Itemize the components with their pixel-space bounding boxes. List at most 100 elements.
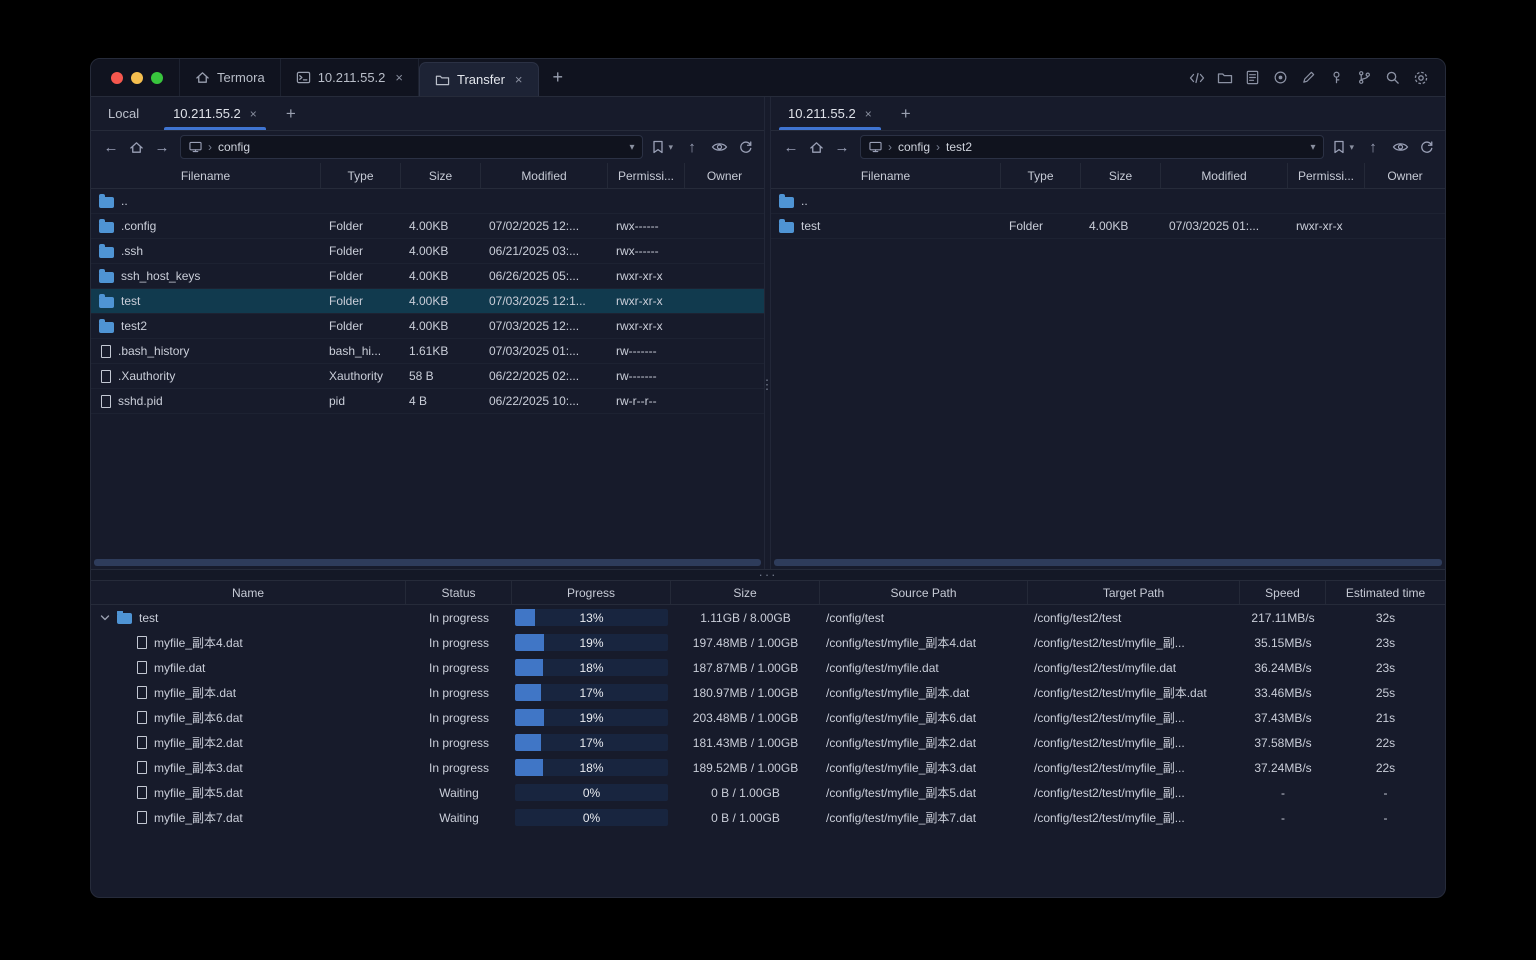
key-icon[interactable] <box>1328 69 1345 86</box>
transfer-row[interactable]: myfile_副本6.dat In progress 19% 203.48MB … <box>91 705 1445 730</box>
col-size[interactable]: Size <box>401 163 481 188</box>
file-row[interactable]: test2 Folder 4.00KB 07/03/2025 12:... rw… <box>91 314 764 339</box>
col-filename[interactable]: Filename <box>771 163 1001 188</box>
transfer-row[interactable]: myfile.dat In progress 18% 187.87MB / 1.… <box>91 655 1445 680</box>
transfer-row[interactable]: myfile_副本2.dat In progress 17% 181.43MB … <box>91 730 1445 755</box>
col-type[interactable]: Type <box>321 163 401 188</box>
zoom-window-button[interactable] <box>151 71 163 84</box>
col-owner[interactable]: Owner <box>1365 163 1445 188</box>
col-size[interactable]: Size <box>1081 163 1161 188</box>
col-modified[interactable]: Modified <box>1161 163 1288 188</box>
search-icon[interactable] <box>1384 69 1401 86</box>
left-file-table: Filename Type Size Modified Permissi... … <box>91 163 764 569</box>
transfer-row[interactable]: myfile_副本5.dat Waiting 0% 0 B / 1.00GB /… <box>91 780 1445 805</box>
pane-splitter[interactable]: ⋮ <box>761 97 774 569</box>
col-type[interactable]: Type <box>1001 163 1081 188</box>
progress-bar: 18% <box>515 759 668 776</box>
bookmark-icon[interactable] <box>652 140 664 154</box>
col-permissions[interactable]: Permissi... <box>1288 163 1365 188</box>
path-breadcrumb-field[interactable]: › config ▾ <box>180 135 644 159</box>
code-icon[interactable] <box>1188 69 1205 86</box>
close-tab-icon[interactable]: × <box>865 107 872 121</box>
edit-icon[interactable] <box>1300 69 1317 86</box>
transfer-status: Waiting <box>439 785 479 800</box>
close-tab-icon[interactable]: × <box>515 72 523 87</box>
tab-transfer[interactable]: Transfer × <box>419 62 539 96</box>
file-type: Folder <box>329 219 364 233</box>
branch-icon[interactable] <box>1356 69 1373 86</box>
transfer-row[interactable]: myfile_副本7.dat Waiting 0% 0 B / 1.00GB /… <box>91 805 1445 830</box>
col-progress[interactable]: Progress <box>512 581 671 604</box>
transfer-row-parent[interactable]: test In progress 13% 1.11GB / 8.00GB /co… <box>91 605 1445 630</box>
col-modified[interactable]: Modified <box>481 163 608 188</box>
back-icon[interactable]: ← <box>102 139 120 156</box>
col-size[interactable]: Size <box>671 581 820 604</box>
breadcrumb-segment[interactable]: config <box>218 140 250 154</box>
breadcrumb-segment[interactable]: test2 <box>946 140 972 154</box>
col-name[interactable]: Name <box>91 581 406 604</box>
settings-icon[interactable] <box>1412 69 1429 86</box>
refresh-icon[interactable] <box>738 140 753 155</box>
upload-icon[interactable]: ↑ <box>683 139 701 156</box>
collapse-icon[interactable] <box>100 614 110 622</box>
file-row[interactable]: .ssh Folder 4.00KB 06/21/2025 03:... rwx… <box>91 239 764 264</box>
forward-icon[interactable]: → <box>153 139 171 156</box>
col-estimated-time[interactable]: Estimated time <box>1326 581 1445 604</box>
file-row-parent-dir[interactable]: .. <box>771 189 1445 214</box>
refresh-icon[interactable] <box>1419 140 1434 155</box>
new-pane-tab-button[interactable]: + <box>274 97 308 130</box>
home-icon <box>196 72 209 83</box>
tab-termora[interactable]: Termora <box>179 59 281 96</box>
new-window-tab-button[interactable]: + <box>539 59 578 96</box>
new-pane-tab-button[interactable]: + <box>889 97 923 130</box>
bookmark-icon[interactable] <box>1333 140 1345 154</box>
tab-host-10-211-55-2[interactable]: 10.211.55.2 × <box>281 59 419 96</box>
tab-remote-host[interactable]: 10.211.55.2 × <box>156 97 274 130</box>
col-speed[interactable]: Speed <box>1240 581 1326 604</box>
col-status[interactable]: Status <box>406 581 512 604</box>
transfer-row[interactable]: myfile_副本4.dat In progress 19% 197.48MB … <box>91 630 1445 655</box>
home-icon[interactable] <box>129 140 144 155</box>
folder-icon[interactable] <box>1216 69 1233 86</box>
chevron-down-icon[interactable]: ▾ <box>668 142 673 153</box>
file-row[interactable]: test Folder 4.00KB 07/03/2025 01:... rwx… <box>771 214 1445 239</box>
chevron-down-icon[interactable]: ▾ <box>629 142 634 153</box>
close-tab-icon[interactable]: × <box>250 107 257 121</box>
file-row[interactable]: .bash_history bash_hi... 1.61KB 07/03/20… <box>91 339 764 364</box>
forward-icon[interactable]: → <box>833 139 851 156</box>
horizontal-scrollbar[interactable] <box>774 559 1442 566</box>
target-path: /config/test2/test/myfile_副... <box>1034 636 1185 650</box>
breadcrumb-segment[interactable]: config <box>898 140 930 154</box>
eye-icon[interactable] <box>711 141 728 153</box>
tab-local[interactable]: Local <box>91 97 156 130</box>
file-row-selected[interactable]: test Folder 4.00KB 07/03/2025 12:1... rw… <box>91 289 764 314</box>
transfer-splitter[interactable]: ··· <box>91 568 1445 581</box>
col-filename[interactable]: Filename <box>91 163 321 188</box>
tab-remote-host[interactable]: 10.211.55.2 × <box>771 97 889 130</box>
log-icon[interactable] <box>1244 69 1261 86</box>
col-source-path[interactable]: Source Path <box>820 581 1028 604</box>
close-window-button[interactable] <box>111 71 123 84</box>
file-row[interactable]: sshd.pid pid 4 B 06/22/2025 10:... rw-r-… <box>91 389 764 414</box>
record-icon[interactable] <box>1272 69 1289 86</box>
back-icon[interactable]: ← <box>782 139 800 156</box>
file-row[interactable]: .config Folder 4.00KB 07/02/2025 12:... … <box>91 214 764 239</box>
chevron-down-icon[interactable]: ▾ <box>1349 142 1354 153</box>
file-row[interactable]: .Xauthority Xauthority 58 B 06/22/2025 0… <box>91 364 764 389</box>
file-row-parent-dir[interactable]: .. <box>91 189 764 214</box>
eye-icon[interactable] <box>1392 141 1409 153</box>
horizontal-scrollbar[interactable] <box>94 559 761 566</box>
minimize-window-button[interactable] <box>131 71 143 84</box>
progress-label: 17% <box>579 685 604 700</box>
upload-icon[interactable]: ↑ <box>1364 139 1382 156</box>
file-row[interactable]: ssh_host_keys Folder 4.00KB 06/26/2025 0… <box>91 264 764 289</box>
col-permissions[interactable]: Permissi... <box>608 163 685 188</box>
close-tab-icon[interactable]: × <box>395 70 403 85</box>
path-breadcrumb-field[interactable]: › config › test2 ▾ <box>860 135 1325 159</box>
col-target-path[interactable]: Target Path <box>1028 581 1240 604</box>
home-icon[interactable] <box>809 140 824 155</box>
chevron-down-icon[interactable]: ▾ <box>1310 142 1315 153</box>
transfer-row[interactable]: myfile_副本3.dat In progress 18% 189.52MB … <box>91 755 1445 780</box>
col-owner[interactable]: Owner <box>685 163 764 188</box>
transfer-row[interactable]: myfile_副本.dat In progress 17% 180.97MB /… <box>91 680 1445 705</box>
